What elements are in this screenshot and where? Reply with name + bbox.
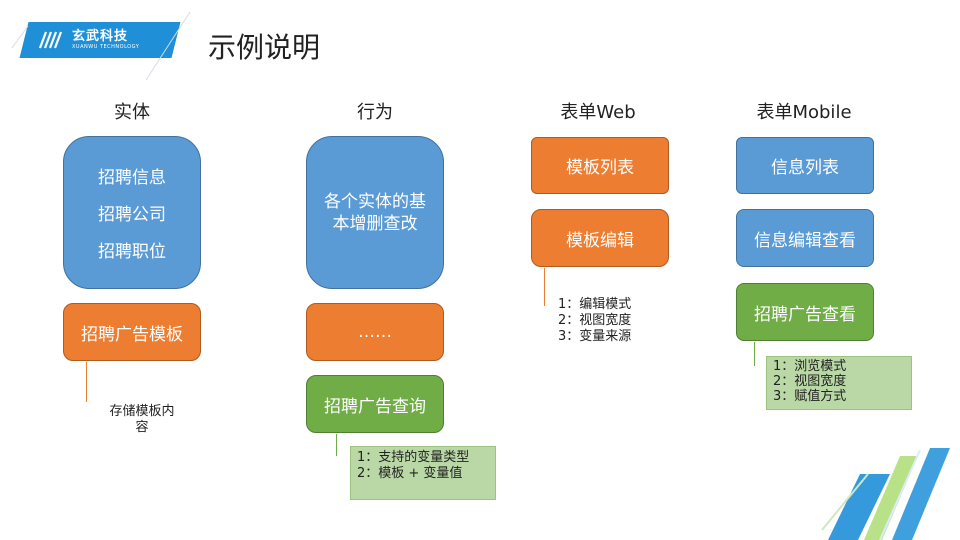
ad-view-box: 招聘广告查看 <box>736 283 874 341</box>
note-line: 1：浏览模式 <box>773 359 847 374</box>
behavior-box: 各个实体的基本增删查改 <box>306 136 444 289</box>
entity-item: 招聘职位 <box>98 242 166 262</box>
note-line: 1：支持的变量类型 <box>357 450 470 465</box>
note-line: 2：视图宽度 <box>773 374 847 389</box>
ad-template-box: 招聘广告模板 <box>63 303 201 361</box>
connector-line <box>86 362 87 402</box>
note-line: 3：变量来源 <box>558 329 632 344</box>
note-line: 3：赋值方式 <box>773 389 847 404</box>
note-line: 2：视图宽度 <box>558 313 632 328</box>
info-list-box: 信息列表 <box>736 137 874 194</box>
connector-line <box>544 268 545 306</box>
info-edit-view-box: 信息编辑查看 <box>736 209 874 267</box>
column-title-entity: 实体 <box>114 102 150 123</box>
column-title-web-form: 表单Web <box>560 102 636 123</box>
entity-item: 招聘公司 <box>98 205 166 225</box>
note-line: 1：编辑模式 <box>558 297 632 312</box>
behavior-note: 1：支持的变量类型 2：模板 + 变量值 <box>350 446 496 500</box>
note-line: 2：模板 + 变量值 <box>357 466 463 481</box>
template-list-box: 模板列表 <box>531 137 669 194</box>
web-form-note: 1：编辑模式 2：视图宽度 3：变量来源 <box>558 297 658 345</box>
entity-note: 存储模板内容 <box>109 404 175 435</box>
page-title: 示例说明 <box>208 31 321 64</box>
column-title-mobile-form: 表单Mobile <box>756 102 852 123</box>
entity-item: 招聘信息 <box>98 168 166 188</box>
mobile-form-note: 1：浏览模式 2：视图宽度 3：赋值方式 <box>766 356 912 410</box>
connector-line <box>336 434 337 456</box>
ellipsis-box: …… <box>306 303 444 361</box>
ad-query-box: 招聘广告查询 <box>306 375 444 433</box>
connector-line <box>754 342 755 366</box>
column-title-behavior: 行为 <box>357 102 393 123</box>
template-edit-box: 模板编辑 <box>531 209 669 267</box>
entity-box: 招聘信息 招聘公司 招聘职位 <box>63 136 201 289</box>
